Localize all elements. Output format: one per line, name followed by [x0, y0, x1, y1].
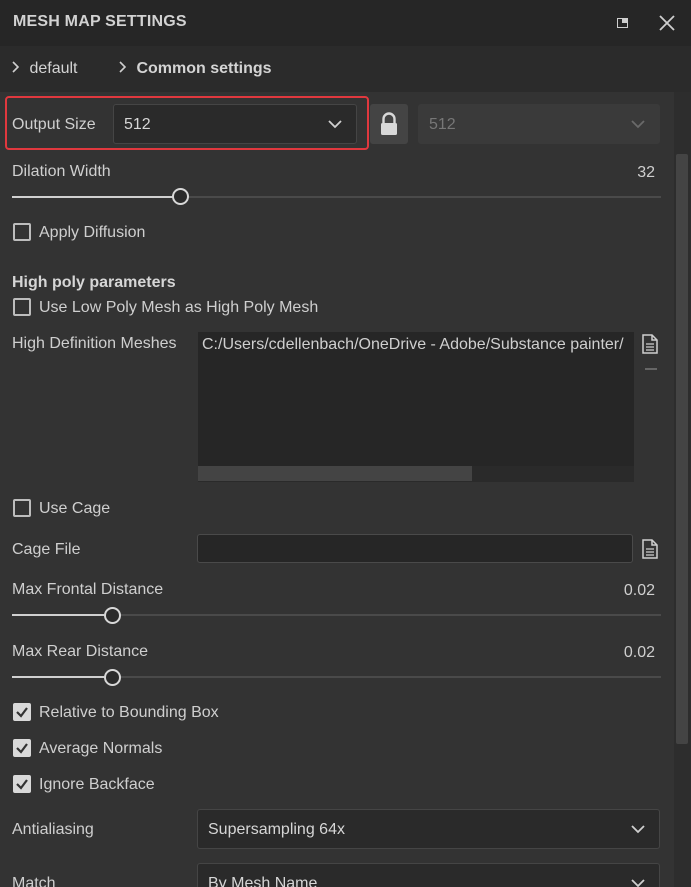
breadcrumb-item-default[interactable]: default	[11, 60, 78, 78]
checkmark-icon	[16, 779, 28, 790]
ignore-backface-label: Ignore Backface	[39, 776, 155, 793]
chevron-down-icon	[629, 874, 647, 887]
breadcrumb-item-common-settings[interactable]: Common settings	[118, 60, 272, 78]
max-rear-distance-value: 0.02	[623, 644, 655, 661]
file-browse-icon[interactable]	[642, 539, 658, 559]
file-browse-icon[interactable]	[642, 334, 658, 354]
breadcrumb-label: default	[29, 60, 78, 77]
cage-file-label: Cage File	[12, 541, 81, 558]
match-select[interactable]: By Mesh Name	[197, 863, 660, 887]
high-definition-meshes-label: High Definition Meshes	[12, 335, 177, 352]
panel-titlebar: MESH MAP SETTINGS	[0, 0, 691, 46]
use-cage-label: Use Cage	[39, 500, 111, 517]
output-size-linked-select: 512	[418, 104, 660, 144]
mesh-path-item[interactable]: C:/Users/cdellenbach/OneDrive - Adobe/Su…	[202, 336, 634, 354]
settings-panel	[0, 92, 674, 887]
apply-diffusion-checkbox[interactable]	[13, 223, 31, 241]
output-size-highlight	[5, 96, 369, 150]
panel-title: MESH MAP SETTINGS	[13, 13, 187, 30]
float-window-icon[interactable]	[612, 12, 634, 34]
checkmark-icon	[16, 743, 28, 754]
high-definition-meshes-list[interactable]: C:/Users/cdellenbach/OneDrive - Adobe/Su…	[198, 332, 634, 482]
use-low-poly-checkbox[interactable]	[13, 298, 31, 316]
remove-mesh-icon[interactable]	[645, 368, 657, 370]
high-poly-section-title: High poly parameters	[12, 274, 176, 291]
dilation-width-label: Dilation Width	[12, 163, 111, 180]
use-cage-checkbox[interactable]	[13, 499, 31, 517]
chevron-down-icon	[629, 820, 647, 838]
relative-bbox-checkbox[interactable]	[13, 703, 31, 721]
mesh-list-hscroll-thumb[interactable]	[198, 466, 472, 481]
lock-icon[interactable]	[370, 104, 408, 144]
cage-file-input[interactable]	[197, 534, 633, 563]
match-value: By Mesh Name	[208, 875, 318, 887]
dilation-width-value: 32	[637, 164, 655, 181]
average-normals-label: Average Normals	[39, 740, 163, 757]
dilation-slider-fill	[12, 196, 174, 198]
antialiasing-value: Supersampling 64x	[208, 821, 345, 838]
relative-bbox-label: Relative to Bounding Box	[39, 704, 219, 721]
close-icon[interactable]	[656, 12, 678, 34]
output-size-linked-value: 512	[429, 116, 456, 133]
vertical-scroll-thumb[interactable]	[676, 154, 688, 744]
checkmark-icon	[16, 707, 28, 718]
use-low-poly-label: Use Low Poly Mesh as High Poly Mesh	[39, 299, 319, 316]
chevron-right-icon	[11, 60, 25, 78]
antialiasing-select[interactable]: Supersampling 64x	[197, 809, 660, 849]
max-frontal-distance-value: 0.02	[623, 582, 655, 599]
max-frontal-slider-handle[interactable]	[104, 607, 121, 624]
max-rear-slider-handle[interactable]	[104, 669, 121, 686]
dilation-slider-handle[interactable]	[172, 188, 189, 205]
max-rear-slider-fill	[12, 676, 104, 678]
chevron-down-icon	[629, 115, 647, 133]
antialiasing-label: Antialiasing	[12, 821, 94, 838]
max-frontal-distance-label: Max Frontal Distance	[12, 581, 164, 598]
max-rear-distance-label: Max Rear Distance	[12, 643, 149, 660]
match-label: Match	[12, 875, 56, 887]
breadcrumb-label: Common settings	[136, 60, 272, 77]
apply-diffusion-label: Apply Diffusion	[39, 224, 146, 241]
chevron-right-icon	[118, 60, 132, 78]
max-frontal-slider-fill	[12, 614, 104, 616]
average-normals-checkbox[interactable]	[13, 739, 31, 757]
breadcrumb: default Common settings	[0, 46, 691, 92]
ignore-backface-checkbox[interactable]	[13, 775, 31, 793]
